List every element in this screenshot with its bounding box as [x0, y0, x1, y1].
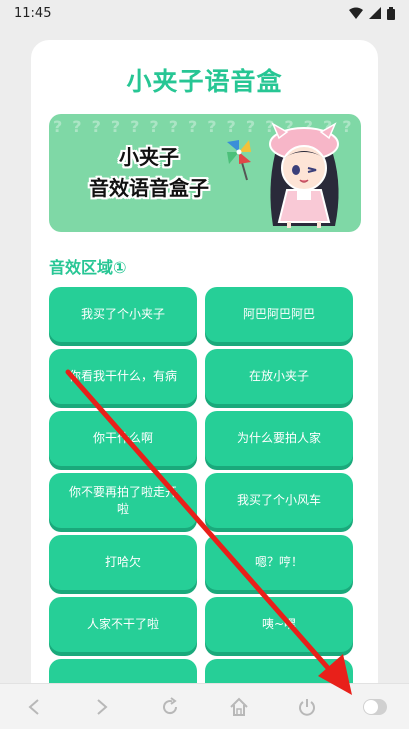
sound-button[interactable]: 嗯？哼！: [205, 535, 353, 590]
banner-image: ????????????????????????????????????????…: [49, 114, 361, 232]
sound-button[interactable]: 在放小夹子: [205, 349, 353, 404]
status-time: 11:45: [14, 5, 52, 21]
sound-button[interactable]: 你不要再拍了啦走开啦: [49, 473, 197, 528]
toggle-switch[interactable]: [362, 695, 387, 719]
status-icons: [349, 6, 395, 20]
sound-button[interactable]: 阿巴阿巴阿巴: [205, 287, 353, 342]
forward-icon[interactable]: [90, 695, 114, 719]
home-icon[interactable]: [227, 695, 251, 719]
battery-icon: [387, 6, 395, 20]
anime-girl-illustration: [227, 122, 339, 228]
sound-button[interactable]: 打哈欠: [49, 535, 197, 590]
signal-icon: [369, 7, 381, 19]
banner-line-1: 小夹子: [119, 145, 179, 169]
sound-button[interactable]: 咦~嘿: [205, 597, 353, 652]
sound-button[interactable]: 我买了个小夹子: [49, 287, 197, 342]
toggle-knob: [362, 698, 387, 715]
navigation-bar: [0, 683, 409, 729]
app-card: 小夹子语音盒 ?????????????????????????????????…: [31, 40, 378, 700]
sound-button[interactable]: 为什么要拍人家: [205, 411, 353, 466]
app-title: 小夹子语音盒: [126, 67, 283, 96]
pinwheel-icon: [227, 140, 251, 181]
sound-button-grid: 我买了个小夹子 阿巴阿巴阿巴 你看我干什么，有病 在放小夹子 你干什么啊 为什么…: [49, 287, 353, 700]
section-title: 音效区域①: [49, 258, 127, 277]
sound-button[interactable]: 你看我干什么，有病: [49, 349, 197, 404]
sound-button[interactable]: 我买了个小风车: [205, 473, 353, 528]
sound-button[interactable]: 你干什么啊: [49, 411, 197, 466]
power-icon[interactable]: [295, 695, 319, 719]
sound-button[interactable]: 人家不干了啦: [49, 597, 197, 652]
banner-line-2: 音效语音盒子: [89, 176, 209, 200]
wifi-icon: [349, 7, 363, 19]
banner-title: 小夹子 音效语音盒子: [69, 142, 229, 204]
back-icon[interactable]: [22, 695, 46, 719]
status-bar: 11:45: [0, 0, 409, 26]
refresh-icon[interactable]: [158, 695, 182, 719]
